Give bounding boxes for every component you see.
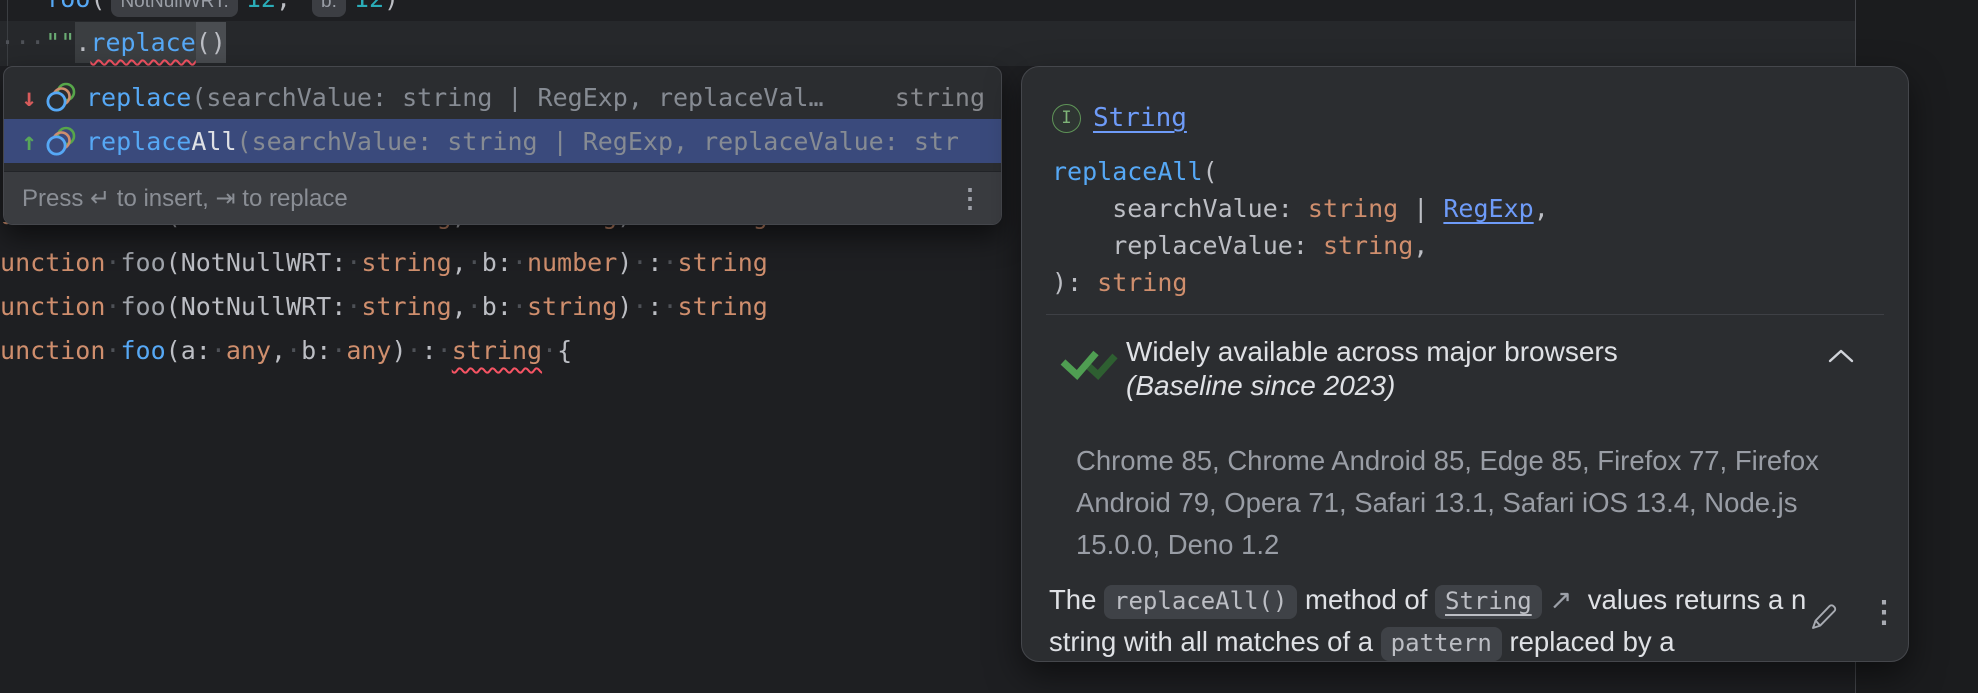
more-options-icon[interactable]: ⋮ [957, 183, 983, 214]
doc-signature: replaceAll( searchValue: string | RegExp… [1052, 153, 1549, 301]
completion-hint-text: Press ↵ to insert, ⇥ to replace [22, 184, 348, 213]
baseline-text: Widely available across major browsers (… [1126, 335, 1618, 403]
code-line-replace[interactable]: ····"".replace() [0, 21, 226, 65]
doc-more-options-icon[interactable]: ⋮ [1869, 595, 1899, 630]
caret-line-highlight [0, 21, 1855, 66]
return-type: string [875, 83, 985, 112]
chevron-up-icon[interactable] [1828, 349, 1854, 363]
doc-header: I String [1052, 103, 1187, 133]
interface-icon: I [1052, 104, 1081, 133]
signature-line: ): string [1052, 264, 1549, 301]
browser-support-list: Chrome 85, Chrome Android 85, Edge 85, F… [1076, 440, 1848, 566]
baseline-widely-available-icon [1058, 341, 1120, 381]
completion-footer: Press ↵ to insert, ⇥ to replace ⋮ [4, 171, 1001, 224]
description-line: string with all matches of a pattern rep… [1049, 621, 1809, 662]
doc-description: The replaceAll() method of String ↗ valu… [1049, 579, 1809, 662]
method-icon [44, 81, 78, 113]
doc-separator [1046, 314, 1884, 315]
completion-list: ↓ replace(searchValue: string | RegExp, … [4, 67, 1001, 171]
ide-editor-stage: ····foo(NotNullWRT:12, b:12) ····"".repl… [0, 0, 1978, 693]
code-line-call[interactable]: ····foo(NotNullWRT:12, b:12) [0, 0, 399, 21]
completion-item-text: replaceAll(searchValue: string | RegExp,… [86, 127, 959, 156]
baseline-title: Widely available across major browsers [1126, 335, 1618, 369]
code-line-overload-1[interactable]: function·foo(NotNullWRT:·string,·b:·numb… [0, 241, 768, 285]
completion-popup: ↓ replace(searchValue: string | RegExp, … [3, 66, 1002, 225]
edit-pencil-icon[interactable] [1807, 601, 1839, 633]
code-line-implementation[interactable]: function·foo(a:·any,·b:·any)·:·string·{ [0, 329, 572, 373]
doc-title-link[interactable]: String [1093, 103, 1187, 133]
completion-item-replace[interactable]: ↓ replace(searchValue: string | RegExp, … [4, 75, 1001, 119]
signature-line: searchValue: string | RegExp, [1052, 190, 1549, 227]
signature-line: replaceValue: string, [1052, 227, 1549, 264]
arrow-up-icon: ↑ [16, 127, 42, 156]
method-icon [44, 125, 78, 157]
documentation-panel: I String replaceAll( searchValue: string… [1021, 66, 1909, 662]
baseline-subtitle: (Baseline since 2023) [1126, 369, 1618, 403]
code-line-overload-2[interactable]: function·foo(NotNullWRT:·string,·b:·stri… [0, 285, 768, 329]
completion-item-text: replace(searchValue: string | RegExp, re… [86, 83, 824, 112]
arrow-down-icon: ↓ [16, 83, 42, 112]
description-line: The replaceAll() method of String ↗ valu… [1049, 579, 1809, 621]
signature-line: replaceAll( [1052, 153, 1549, 190]
completion-item-replaceAll-selected[interactable]: ↑ replaceAll(searchValue: string | RegEx… [4, 119, 1001, 163]
